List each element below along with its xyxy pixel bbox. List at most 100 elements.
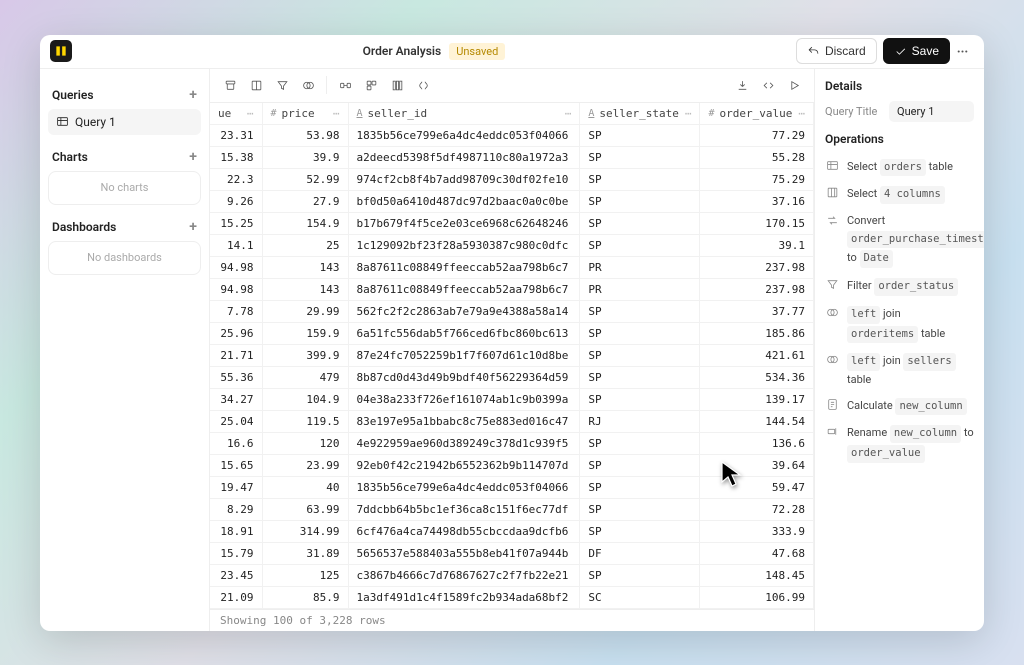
table-row[interactable]: 19.47401835b56ce799e6a4dc4eddc053f04066S…	[210, 476, 814, 498]
table-cell[interactable]: 29.99	[262, 300, 348, 322]
table-cell[interactable]: 25	[262, 234, 348, 256]
table-cell[interactable]: 104.9	[262, 388, 348, 410]
table-cell[interactable]: SP	[580, 168, 700, 190]
table-row[interactable]: 23.45125c3867b4666c7d76867627c2f7fb22e21…	[210, 564, 814, 586]
table-cell[interactable]: 39.64	[700, 454, 814, 476]
table-cell[interactable]: SP	[580, 564, 700, 586]
table-cell[interactable]: 52.99	[262, 168, 348, 190]
data-grid[interactable]: ue⋯#price⋯Aseller_id⋯Aseller_state⋯#orde…	[210, 103, 814, 609]
table-cell[interactable]: 37.16	[700, 190, 814, 212]
table-cell[interactable]: 27.9	[262, 190, 348, 212]
table-cell[interactable]: 1c129092bf23f28a5930387c980c0dfc	[348, 234, 580, 256]
operation-item[interactable]: Calculate new_column	[825, 393, 974, 421]
run-button[interactable]	[782, 73, 806, 97]
table-cell[interactable]: 39.1	[700, 234, 814, 256]
table-cell[interactable]: 55.28	[700, 146, 814, 168]
table-cell[interactable]: 16.6	[210, 432, 262, 454]
table-cell[interactable]: 479	[262, 366, 348, 388]
add-dashboard-button[interactable]: +	[189, 219, 197, 235]
table-cell[interactable]: 21.09	[210, 586, 262, 608]
table-cell[interactable]: 5656537e588403a555b8eb41f07a944b	[348, 542, 580, 564]
table-cell[interactable]: 04e38a233f726ef161074ab1c9b0399a	[348, 388, 580, 410]
table-cell[interactable]: 55.36	[210, 366, 262, 388]
table-cell[interactable]: SP	[580, 212, 700, 234]
table-cell[interactable]: 144.54	[700, 410, 814, 432]
table-cell[interactable]: 87e24fc7052259b1f7f607d61c10d8be	[348, 344, 580, 366]
table-row[interactable]: 9.2627.9bf0d50a6410d487dc97d2baac0a0c0be…	[210, 190, 814, 212]
app-logo[interactable]	[50, 40, 72, 62]
table-cell[interactable]: 23.31	[210, 124, 262, 146]
table-row[interactable]: 55.364798b87cd0d43d49b9bdf40f56229364d59…	[210, 366, 814, 388]
table-row[interactable]: 7.7829.99562fc2f2c2863ab7e79a9e4388a58a1…	[210, 300, 814, 322]
table-row[interactable]: 22.352.99974cf2cb8f4b7add98709c30df02fe1…	[210, 168, 814, 190]
add-chart-button[interactable]: +	[189, 149, 197, 165]
operation-item[interactable]: left join orderitems table	[825, 301, 974, 349]
table-cell[interactable]: 23.45	[210, 564, 262, 586]
group-tool[interactable]	[359, 73, 383, 97]
table-cell[interactable]: bf0d50a6410d487dc97d2baac0a0c0be	[348, 190, 580, 212]
table-row[interactable]: 25.96159.96a51fc556dab5f766ced6fbc860bc6…	[210, 322, 814, 344]
table-cell[interactable]: 1835b56ce799e6a4dc4eddc053f04066	[348, 124, 580, 146]
table-cell[interactable]: SP	[580, 432, 700, 454]
table-row[interactable]: 15.7931.895656537e588403a555b8eb41f07a94…	[210, 542, 814, 564]
query-title-input[interactable]: Query 1	[889, 101, 974, 122]
table-cell[interactable]: 8.29	[210, 498, 262, 520]
table-cell[interactable]: 237.98	[700, 278, 814, 300]
download-button[interactable]	[730, 73, 754, 97]
table-cell[interactable]: 6a51fc556dab5f766ced6fbc860bc613	[348, 322, 580, 344]
table-cell[interactable]: 1835b56ce799e6a4dc4eddc053f04066	[348, 476, 580, 498]
table-cell[interactable]: SC	[580, 586, 700, 608]
table-row[interactable]: 94.981438a87611c08849ffeeccab52aa798b6c7…	[210, 278, 814, 300]
table-cell[interactable]: 18.91	[210, 520, 262, 542]
operation-item[interactable]: Filter order_status	[825, 273, 974, 301]
table-cell[interactable]: 53.98	[262, 124, 348, 146]
table-cell[interactable]: 23.99	[262, 454, 348, 476]
column-header[interactable]: Aseller_id⋯	[348, 103, 580, 125]
table-row[interactable]: 23.3153.981835b56ce799e6a4dc4eddc053f040…	[210, 124, 814, 146]
table-cell[interactable]: 59.47	[700, 476, 814, 498]
column-menu-button[interactable]: ⋯	[798, 107, 805, 120]
table-cell[interactable]: 4e922959ae960d389249c378d1c939f5	[348, 432, 580, 454]
table-cell[interactable]: 9.26	[210, 190, 262, 212]
table-cell[interactable]: a2deecd5398f5df4987110c80a1972a3	[348, 146, 580, 168]
table-cell[interactable]: 1a3df491d1c4f1589fc2b934ada68bf2	[348, 586, 580, 608]
table-cell[interactable]: 63.99	[262, 498, 348, 520]
table-row[interactable]: 8.2963.997ddcbb64b5bc1ef36ca8c151f6ec77d…	[210, 498, 814, 520]
table-cell[interactable]: 8b87cd0d43d49b9bdf40f56229364d59	[348, 366, 580, 388]
table-cell[interactable]: 139.17	[700, 388, 814, 410]
table-cell[interactable]: 37.77	[700, 300, 814, 322]
table-cell[interactable]: 85.9	[262, 586, 348, 608]
archive-tool[interactable]	[218, 73, 242, 97]
table-cell[interactable]: 19.47	[210, 476, 262, 498]
table-row[interactable]: 15.6523.9992eb0f42c21942b6552362b9b11470…	[210, 454, 814, 476]
save-button[interactable]: Save	[883, 38, 950, 64]
table-cell[interactable]: 72.28	[700, 498, 814, 520]
table-cell[interactable]: 6cf476a4ca74498db55cbccdaa9dcfb6	[348, 520, 580, 542]
table-cell[interactable]: 22.3	[210, 168, 262, 190]
table-cell[interactable]: SP	[580, 300, 700, 322]
table-cell[interactable]: 39.9	[262, 146, 348, 168]
table-cell[interactable]: SP	[580, 322, 700, 344]
table-cell[interactable]: 7ddcbb64b5bc1ef36ca8c151f6ec77df	[348, 498, 580, 520]
table-cell[interactable]: SP	[580, 366, 700, 388]
aggregate-tool[interactable]	[385, 73, 409, 97]
table-row[interactable]: 21.71399.987e24fc7052259b1f7f607d61c10d8…	[210, 344, 814, 366]
column-menu-button[interactable]: ⋯	[333, 107, 340, 120]
table-row[interactable]: 18.91314.996cf476a4ca74498db55cbccdaa9dc…	[210, 520, 814, 542]
table-cell[interactable]: 94.98	[210, 278, 262, 300]
table-cell[interactable]: 14.1	[210, 234, 262, 256]
column-header[interactable]: #order_value⋯	[700, 103, 814, 125]
table-cell[interactable]: 8a87611c08849ffeeccab52aa798b6c7	[348, 278, 580, 300]
table-cell[interactable]: b17b679f4f5ce2e03ce6968c62648246	[348, 212, 580, 234]
column-menu-button[interactable]: ⋯	[685, 107, 692, 120]
table-row[interactable]: 15.3839.9a2deecd5398f5df4987110c80a1972a…	[210, 146, 814, 168]
join-tool[interactable]	[296, 73, 320, 97]
table-cell[interactable]: 421.61	[700, 344, 814, 366]
table-cell[interactable]: 21.71	[210, 344, 262, 366]
transform-tool[interactable]	[333, 73, 357, 97]
table-cell[interactable]: 143	[262, 256, 348, 278]
table-cell[interactable]: 15.38	[210, 146, 262, 168]
table-cell[interactable]: DF	[580, 542, 700, 564]
column-header[interactable]: Aseller_state⋯	[580, 103, 700, 125]
filter-tool[interactable]	[270, 73, 294, 97]
